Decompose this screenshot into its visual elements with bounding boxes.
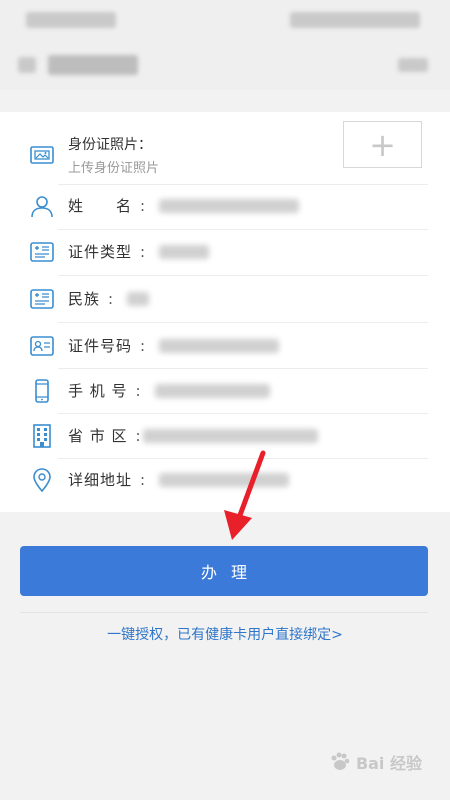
id-photo-label: 身份证照片： <box>68 137 152 153</box>
back-icon[interactable] <box>18 57 36 73</box>
status-bar <box>0 0 450 40</box>
status-bar-right-blurred <box>290 12 420 28</box>
page-title-blurred <box>48 55 138 75</box>
name-row[interactable]: 姓 名 : <box>28 183 428 228</box>
upload-photo-button[interactable]: + <box>343 121 422 168</box>
watermark-text: Bai 经验 <box>355 754 422 773</box>
colon: : <box>108 289 114 308</box>
region-label: 省 市 区 <box>68 427 128 445</box>
location-icon <box>28 466 56 494</box>
id-number-label: 证件号码 <box>68 337 133 355</box>
plus-icon: + <box>369 125 396 164</box>
id-card-icon <box>28 238 56 266</box>
ethnicity-label: 民族 <box>68 290 101 308</box>
phone-row[interactable]: 手 机 号 : <box>28 368 428 413</box>
building-icon <box>28 422 56 450</box>
id-type-label: 证件类型 <box>68 243 133 261</box>
colon: : <box>140 470 146 489</box>
person-icon <box>28 192 56 220</box>
colon: : <box>140 242 146 261</box>
colon: : <box>140 196 146 215</box>
phone-value-blurred <box>154 383 270 398</box>
ethnicity-value-blurred <box>127 291 150 306</box>
ethnicity-row[interactable]: 民族 : <box>28 276 428 321</box>
id-photo-icon <box>28 332 56 360</box>
address-label: 详细地址 <box>68 471 133 489</box>
phone-label: 手 机 号 <box>68 382 128 400</box>
phone-icon <box>28 377 56 405</box>
paw-icon <box>331 752 350 770</box>
quick-bind-link[interactable]: 一键授权，已有健康卡用户直接绑定> <box>0 624 450 644</box>
name-label: 姓 名 <box>68 197 133 215</box>
colon: : <box>135 426 141 445</box>
id-type-value-blurred <box>159 244 210 259</box>
image-icon <box>28 141 56 169</box>
name-value-blurred <box>159 198 300 213</box>
id-number-row[interactable]: 证件号码 : <box>28 323 428 368</box>
region-value-blurred <box>142 428 318 443</box>
id-number-value-blurred <box>159 338 280 353</box>
id-type-row[interactable]: 证件类型 : <box>28 229 428 274</box>
watermark: Bai 经验 <box>328 750 422 774</box>
colon: : <box>140 336 146 355</box>
nav-bar <box>0 40 450 90</box>
id-card-icon <box>28 285 56 313</box>
annotation-arrow-icon <box>224 450 266 540</box>
status-bar-left-blurred <box>26 12 116 28</box>
divider <box>20 612 428 613</box>
id-photo-hint: 上传身份证照片 <box>68 161 160 176</box>
colon: : <box>135 381 141 400</box>
submit-button[interactable]: 办理 <box>20 546 428 596</box>
nav-right-blurred[interactable] <box>398 58 428 72</box>
